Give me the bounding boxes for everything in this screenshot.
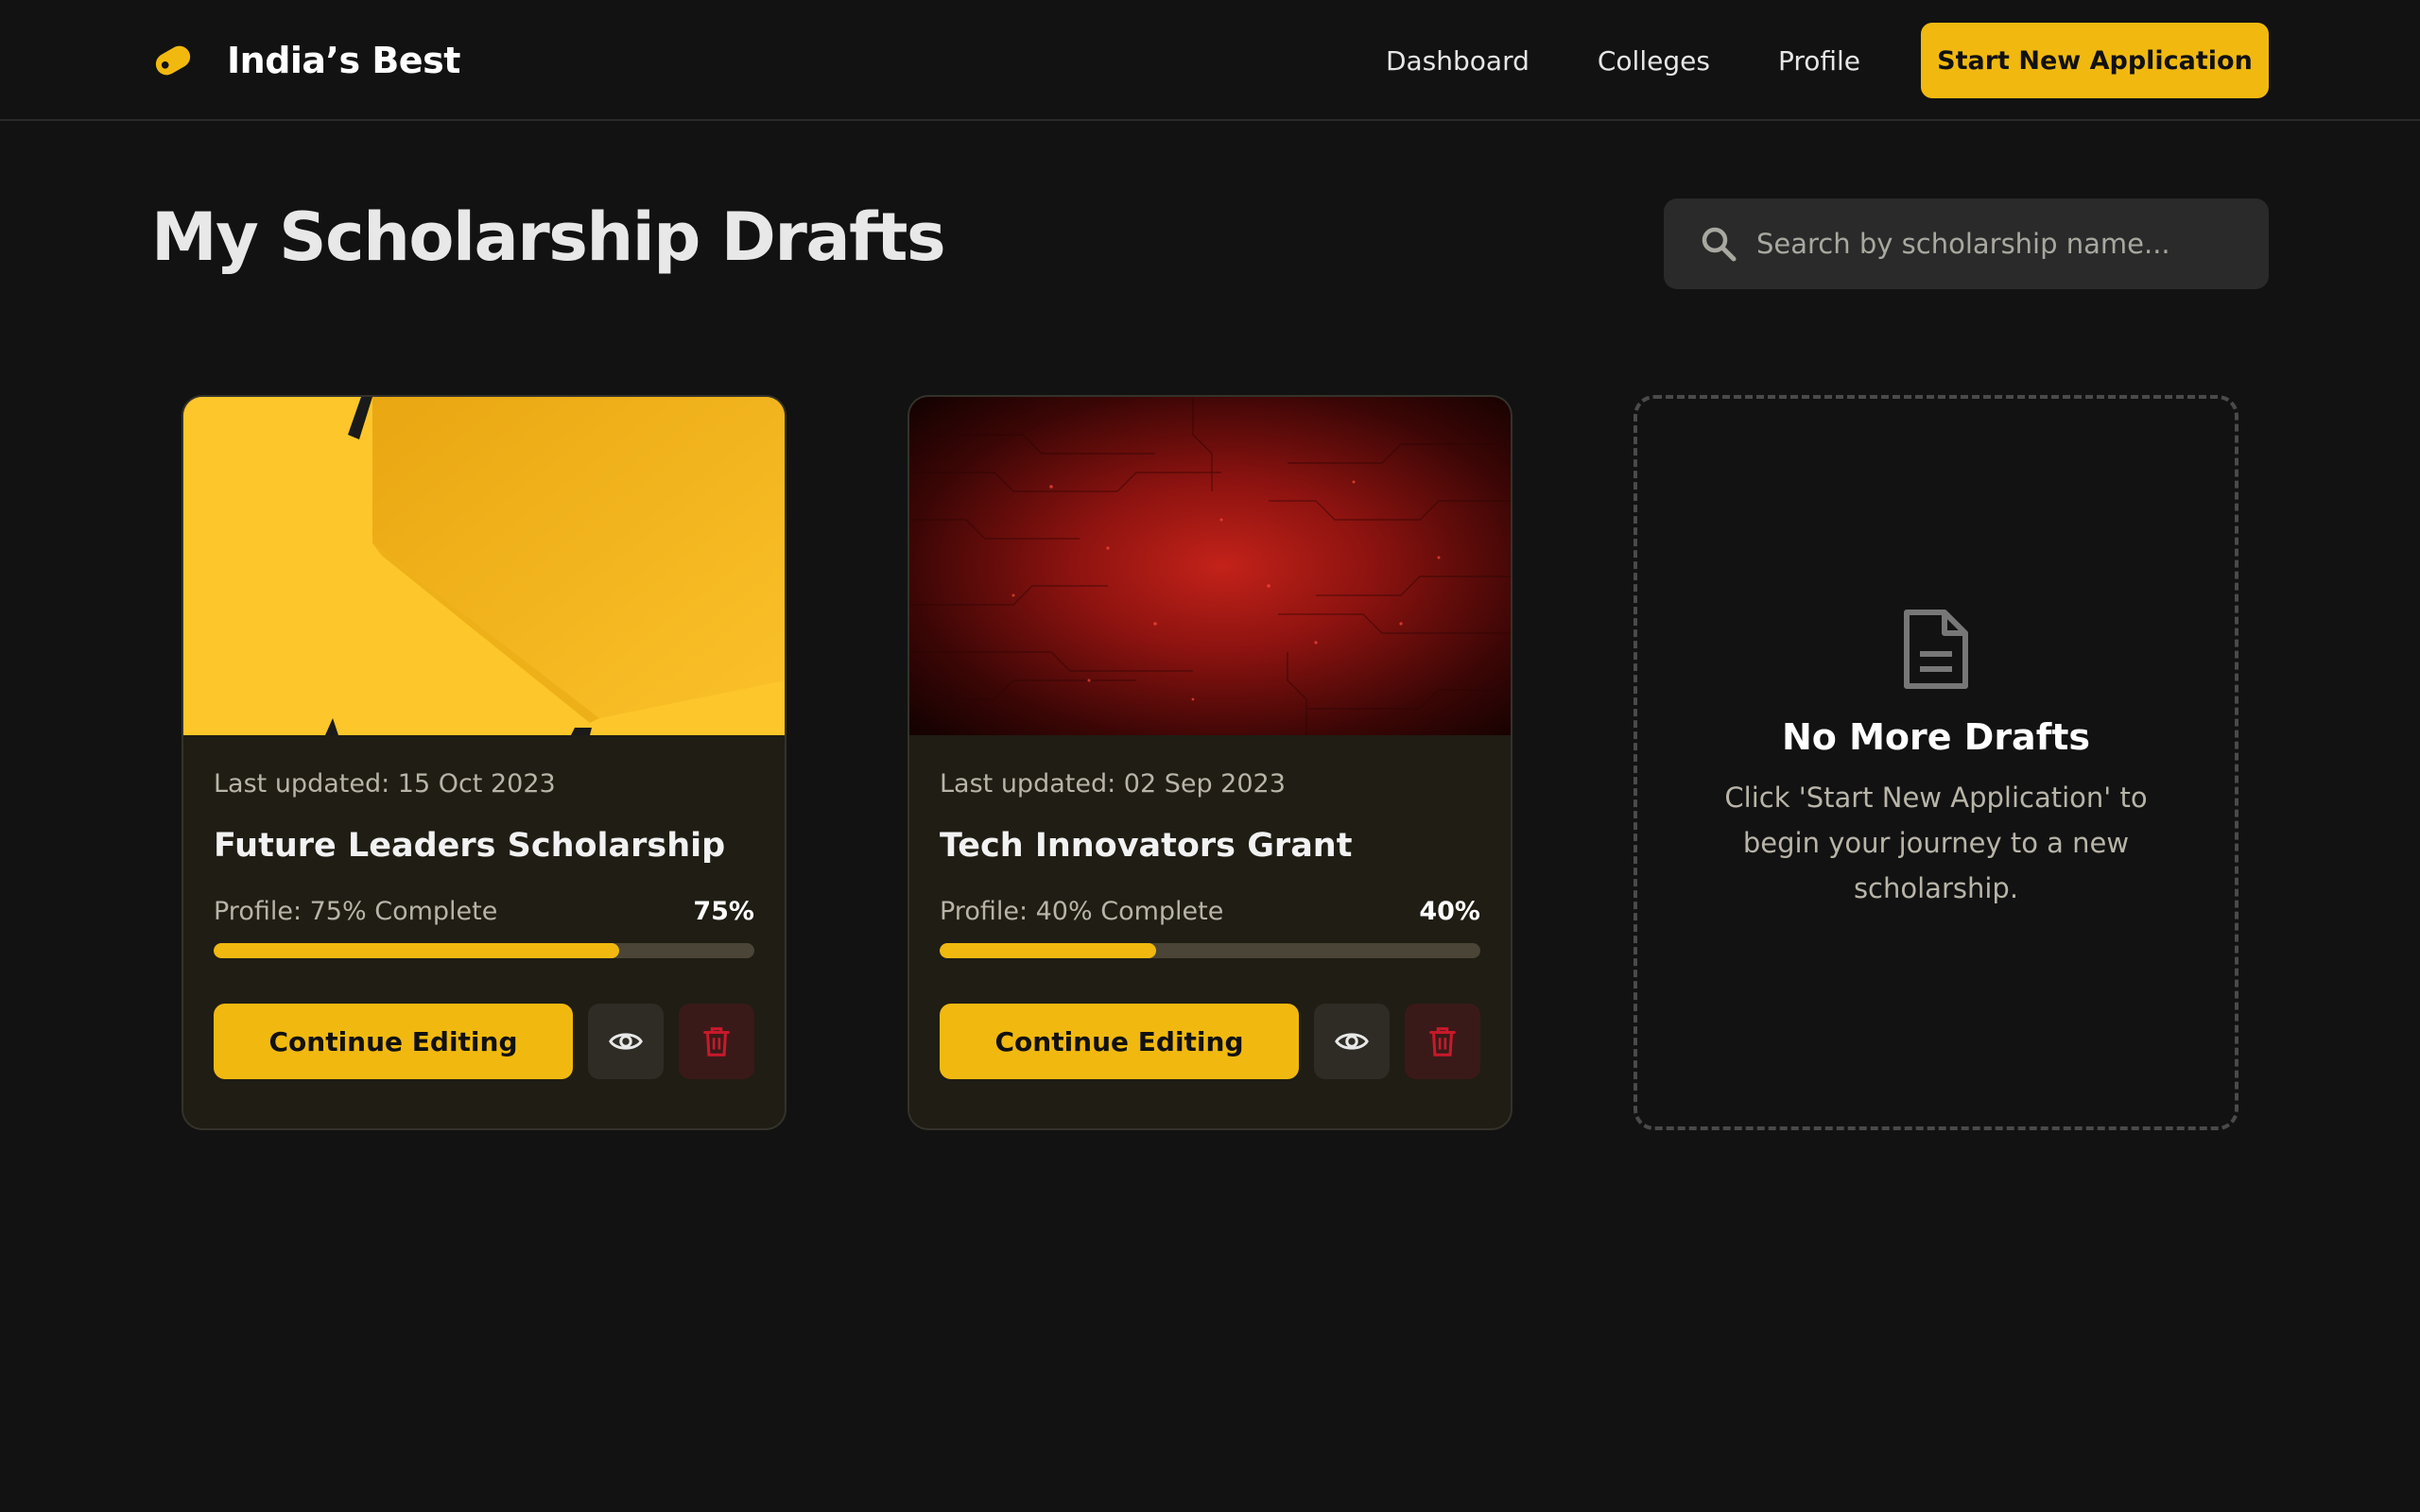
top-navigation-bar: India’s Best Dashboard Colleges Profile … bbox=[0, 0, 2420, 121]
progress-percent: 75% bbox=[693, 897, 754, 926]
progress-label: Profile: 75% Complete bbox=[214, 897, 498, 926]
search-box[interactable] bbox=[1664, 198, 2269, 289]
nav-profile[interactable]: Profile bbox=[1778, 45, 1860, 77]
scholarship-title: Tech Innovators Grant bbox=[940, 827, 1353, 865]
card-cover-image bbox=[183, 397, 785, 735]
progress-row: Profile: 75% Complete 75% bbox=[214, 897, 754, 926]
empty-state-text: Click 'Start New Application' to begin y… bbox=[1724, 782, 2148, 904]
search-icon bbox=[1702, 227, 1737, 262]
progress-label: Profile: 40% Complete bbox=[940, 897, 1224, 926]
progress-fill bbox=[214, 943, 619, 958]
page-title: My Scholarship Drafts bbox=[151, 198, 946, 276]
scholarship-title: Future Leaders Scholarship bbox=[214, 827, 726, 865]
card-actions: Continue Editing bbox=[214, 1004, 754, 1079]
progress-bar bbox=[214, 943, 754, 958]
main-nav: Dashboard Colleges Profile Start New App… bbox=[1386, 23, 2269, 98]
continue-editing-button[interactable]: Continue Editing bbox=[214, 1004, 573, 1079]
draft-card: Last updated: 15 Oct 2023 Future Leaders… bbox=[182, 395, 786, 1130]
view-button[interactable] bbox=[588, 1004, 664, 1079]
brand-name: India’s Best bbox=[227, 40, 460, 81]
trash-icon bbox=[703, 1027, 730, 1057]
progress-bar bbox=[940, 943, 1480, 958]
nav-dashboard[interactable]: Dashboard bbox=[1386, 45, 1530, 77]
progress-percent: 40% bbox=[1419, 897, 1480, 926]
last-updated: Last updated: 15 Oct 2023 bbox=[214, 769, 556, 799]
delete-button[interactable] bbox=[679, 1004, 754, 1079]
card-body: Last updated: 15 Oct 2023 Future Leaders… bbox=[183, 735, 785, 1079]
eye-icon bbox=[1335, 1033, 1369, 1050]
eye-icon bbox=[609, 1033, 643, 1050]
document-icon bbox=[1904, 610, 1968, 689]
nav-colleges[interactable]: Colleges bbox=[1598, 45, 1710, 77]
card-cover-image bbox=[909, 397, 1511, 735]
card-body: Last updated: 02 Sep 2023 Tech Innovator… bbox=[909, 735, 1511, 1079]
card-actions: Continue Editing bbox=[940, 1004, 1480, 1079]
search-input[interactable] bbox=[1756, 215, 2248, 272]
trash-icon bbox=[1429, 1027, 1456, 1057]
last-updated: Last updated: 02 Sep 2023 bbox=[940, 769, 1286, 799]
start-new-application-button[interactable]: Start New Application bbox=[1921, 23, 2269, 98]
empty-state-title: No More Drafts bbox=[1781, 716, 2091, 758]
tag-icon bbox=[155, 45, 191, 76]
draft-card: Last updated: 02 Sep 2023 Tech Innovator… bbox=[908, 395, 1512, 1130]
progress-fill bbox=[940, 943, 1156, 958]
continue-editing-button[interactable]: Continue Editing bbox=[940, 1004, 1299, 1079]
view-button[interactable] bbox=[1314, 1004, 1390, 1079]
progress-row: Profile: 40% Complete 40% bbox=[940, 897, 1480, 926]
brand[interactable]: India’s Best bbox=[151, 34, 460, 87]
delete-button[interactable] bbox=[1405, 1004, 1480, 1079]
no-more-drafts-placeholder: No More Drafts Click 'Start New Applicat… bbox=[1634, 395, 2238, 1130]
